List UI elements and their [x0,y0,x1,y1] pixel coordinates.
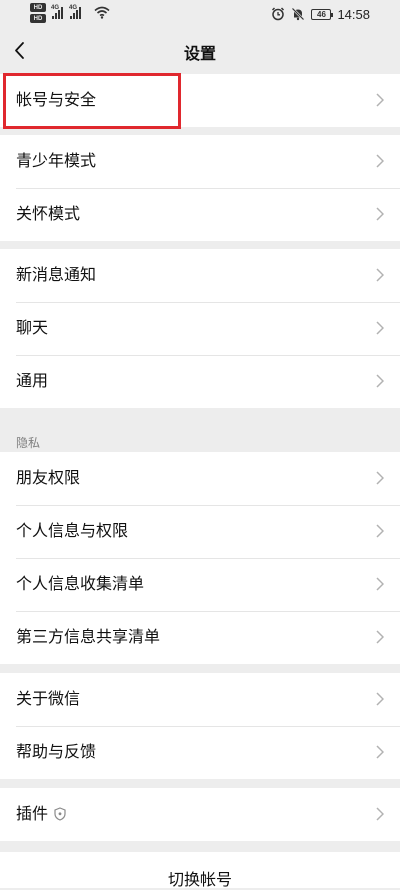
chevron-right-icon [376,807,384,821]
settings-item-label: 关怀模式 [16,204,81,223]
nav-bar: 设置 [0,28,400,74]
switch-account-button[interactable]: 切换帐号 [0,852,400,889]
chevron-right-icon [376,374,384,388]
chevron-right-icon [376,321,384,335]
status-bar: HD HD 4G 4G 46 14:58 [0,0,400,28]
bell-off-icon [292,7,305,21]
switch-account-label: 切换帐号 [167,870,232,889]
settings-item-label: 聊天 [16,318,49,337]
chevron-right-icon [376,745,384,759]
settings-group-modes: 青少年模式 关怀模式 [0,135,400,241]
chevron-right-icon [376,630,384,644]
settings-item-label: 插件 [16,804,49,823]
settings-item-label: 青少年模式 [16,151,97,170]
settings-item-label: 新消息通知 [16,265,97,284]
settings-group-privacy: 朋友权限 个人信息与权限 个人信息收集清单 第三方信息共享清单 [0,452,400,664]
chevron-right-icon [376,692,384,706]
status-time: 14:58 [337,6,370,22]
settings-item-personal-info-permissions[interactable]: 个人信息与权限 [0,505,400,558]
settings-item-general[interactable]: 通用 [0,355,400,408]
shield-icon [54,807,66,821]
section-header-label: 隐私 [16,436,41,450]
chevron-right-icon [376,524,384,538]
battery-indicator: 46 [311,8,334,20]
section-header-privacy: 隐私 [0,412,400,452]
settings-item-about-wechat[interactable]: 关于微信 [0,673,400,726]
settings-item-chat[interactable]: 聊天 [0,302,400,355]
settings-item-label: 帮助与反馈 [16,742,97,761]
status-right: 46 14:58 [271,4,370,24]
hd-badge-1: HD [30,3,46,12]
settings-item-label: 个人信息收集清单 [16,574,145,593]
settings-item-help-feedback[interactable]: 帮助与反馈 [0,726,400,779]
chevron-right-icon [376,577,384,591]
settings-group-plugins: 插件 [0,788,400,841]
highlight-box [3,73,181,129]
chevron-right-icon [376,154,384,168]
settings-item-teen-mode[interactable]: 青少年模式 [0,135,400,188]
page-title: 设置 [183,44,216,63]
settings-group-about: 关于微信 帮助与反馈 [0,673,400,779]
settings-item-notifications[interactable]: 新消息通知 [0,249,400,302]
signal-icon-2 [70,7,81,19]
wifi-icon [94,6,110,19]
settings-item-label: 个人信息与权限 [16,521,129,540]
chevron-right-icon [376,268,384,282]
settings-item-friend-permissions[interactable]: 朋友权限 [0,452,400,505]
settings-item-label: 通用 [16,371,49,390]
settings-item-label: 朋友权限 [16,468,81,487]
signal-icon-1 [52,7,63,19]
settings-item-label: 关于微信 [16,689,81,708]
settings-item-label: 第三方信息共享清单 [16,627,161,646]
chevron-right-icon [376,93,384,107]
alarm-icon [272,7,285,21]
settings-item-plugins[interactable]: 插件 [0,788,400,841]
chevron-right-icon [376,471,384,485]
settings-item-care-mode[interactable]: 关怀模式 [0,188,400,241]
hd-indicators: HD HD [30,3,46,25]
hd-badge-2: HD [30,14,46,23]
settings-item-third-party-sharing[interactable]: 第三方信息共享清单 [0,611,400,664]
chevron-right-icon [376,207,384,221]
settings-group-general: 新消息通知 聊天 通用 [0,249,400,408]
settings-item-personal-info-list[interactable]: 个人信息收集清单 [0,558,400,611]
